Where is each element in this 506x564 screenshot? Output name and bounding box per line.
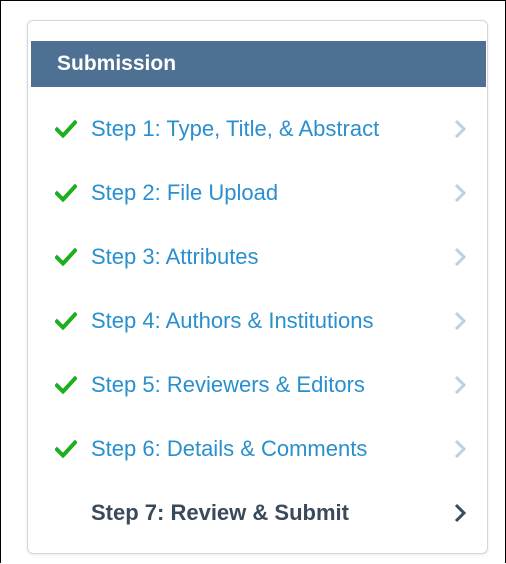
step-item-4[interactable]: Step 4: Authors & Institutions — [28, 289, 487, 353]
chevron-right-icon — [453, 375, 467, 395]
chevron-right-icon — [453, 503, 467, 523]
checkmark-icon — [55, 375, 77, 395]
step-label: Step 1: Type, Title, & Abstract — [91, 116, 380, 141]
chevron-right-icon — [453, 311, 467, 331]
steps-list: Step 1: Type, Title, & Abstract Step 2: … — [28, 97, 487, 545]
submission-panel: Submission Step 1: Type, Title, & Abstra… — [27, 20, 488, 554]
panel-title: Submission — [31, 41, 486, 87]
chevron-right-icon — [453, 119, 467, 139]
chevron-right-icon — [453, 439, 467, 459]
checkmark-icon — [55, 247, 77, 267]
chevron-right-icon — [453, 247, 467, 267]
step-label: Step 5: Reviewers & Editors — [91, 372, 365, 397]
step-item-5[interactable]: Step 5: Reviewers & Editors — [28, 353, 487, 417]
step-item-2[interactable]: Step 2: File Upload — [28, 161, 487, 225]
step-label: Step 2: File Upload — [91, 180, 279, 205]
checkmark-icon — [55, 183, 77, 203]
step-label-current: Step 7: Review & Submit — [91, 500, 349, 525]
chevron-right-icon — [453, 183, 467, 203]
checkmark-icon — [55, 439, 77, 459]
step-label: Step 4: Authors & Institutions — [91, 308, 374, 333]
step-item-3[interactable]: Step 3: Attributes — [28, 225, 487, 289]
step-item-7[interactable]: Step 7: Review & Submit — [28, 481, 487, 545]
step-item-1[interactable]: Step 1: Type, Title, & Abstract — [28, 97, 487, 161]
step-label: Step 6: Details & Comments — [91, 436, 368, 461]
step-label: Step 3: Attributes — [91, 244, 259, 269]
step-item-6[interactable]: Step 6: Details & Comments — [28, 417, 487, 481]
checkmark-icon — [55, 311, 77, 331]
checkmark-icon — [55, 119, 77, 139]
